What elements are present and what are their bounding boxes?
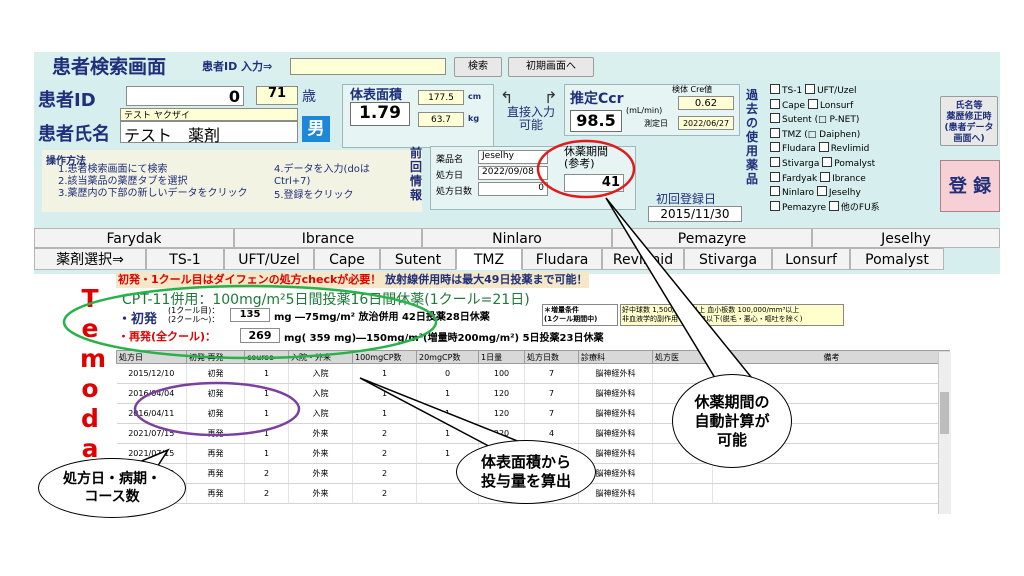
callout-pointer (605, 197, 762, 397)
callout-dose-calc: 体表面積から 投与量を算出 (456, 440, 596, 504)
purple-ellipse (133, 381, 301, 437)
callout-rest-calc: 休薬期間の 自動計算が 可能 (672, 374, 792, 468)
red-ellipse (536, 139, 636, 199)
green-ellipse (62, 284, 438, 360)
callout-date-course: 処方日・病期・ コース数 (38, 458, 186, 518)
